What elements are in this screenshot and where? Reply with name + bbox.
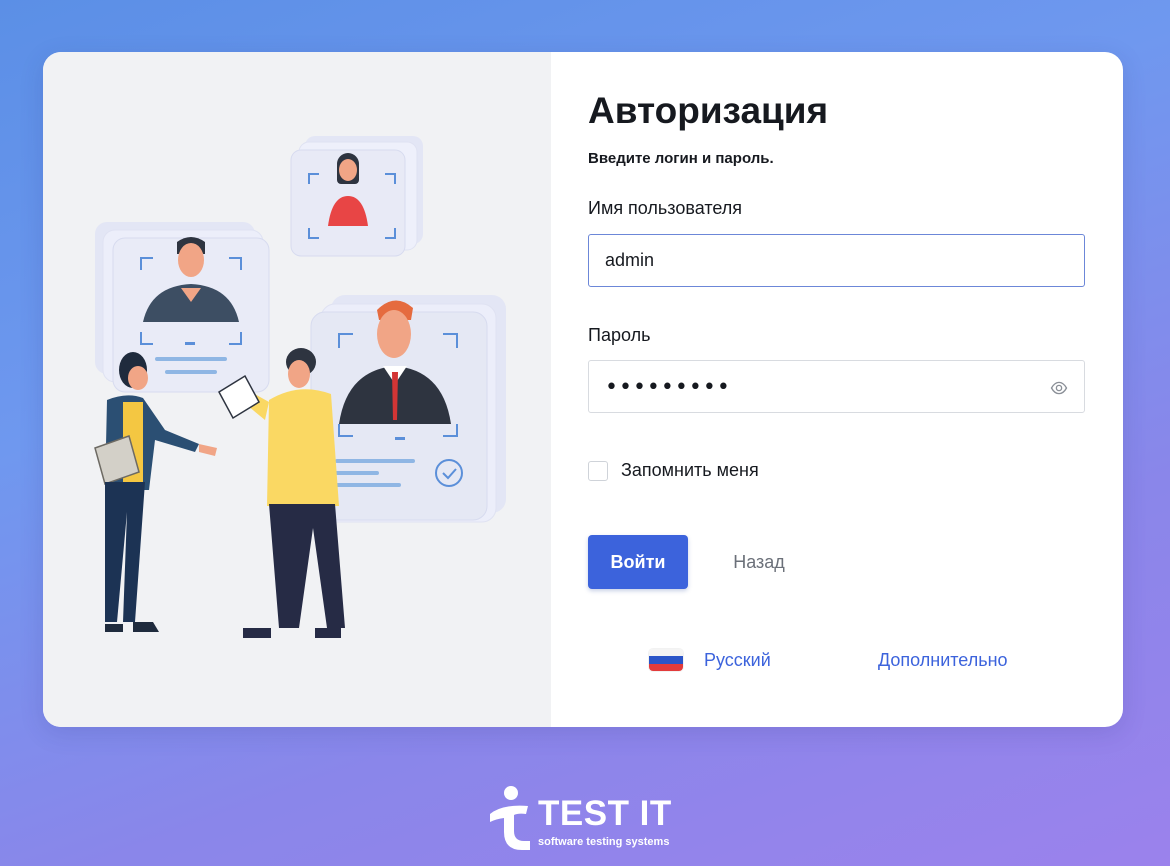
more-link[interactable]: Дополнительно bbox=[878, 650, 1008, 671]
remember-label: Запомнить меня bbox=[621, 460, 759, 480]
login-button[interactable]: Войти bbox=[588, 535, 688, 589]
language-label: Русский bbox=[704, 649, 771, 670]
remember-me[interactable]: Запомнить меня bbox=[588, 460, 759, 481]
test-it-logo-icon bbox=[490, 786, 530, 850]
brand-tagline: software testing systems bbox=[538, 836, 670, 848]
login-card: Авторизация Введите логин и пароль. Имя … bbox=[43, 52, 1123, 727]
page-subtitle: Введите логин и пароль. bbox=[588, 150, 774, 167]
remember-checkbox[interactable] bbox=[588, 460, 608, 481]
username-label: Имя пользователя bbox=[588, 198, 743, 218]
brand-name: TEST IT bbox=[538, 794, 672, 833]
people-profiles-illustration bbox=[94, 136, 506, 638]
back-button[interactable]: Назад bbox=[706, 535, 812, 589]
language-selector[interactable]: Русский bbox=[649, 649, 771, 671]
form-footer: Русский Дополнительно bbox=[588, 649, 1085, 679]
login-form: Авторизация Введите логин и пароль. Имя … bbox=[588, 52, 1085, 727]
page-title: Авторизация bbox=[588, 90, 829, 131]
illustration-panel bbox=[43, 52, 551, 727]
password-label: Пароль bbox=[588, 325, 651, 345]
username-input[interactable] bbox=[588, 234, 1085, 287]
brand-logo: TEST IT software testing systems bbox=[488, 784, 688, 850]
russia-flag-icon bbox=[649, 649, 683, 671]
password-input[interactable]: ••••••••• bbox=[588, 360, 1085, 413]
eye-icon[interactable] bbox=[1050, 379, 1068, 397]
password-value: ••••••••• bbox=[605, 375, 731, 400]
